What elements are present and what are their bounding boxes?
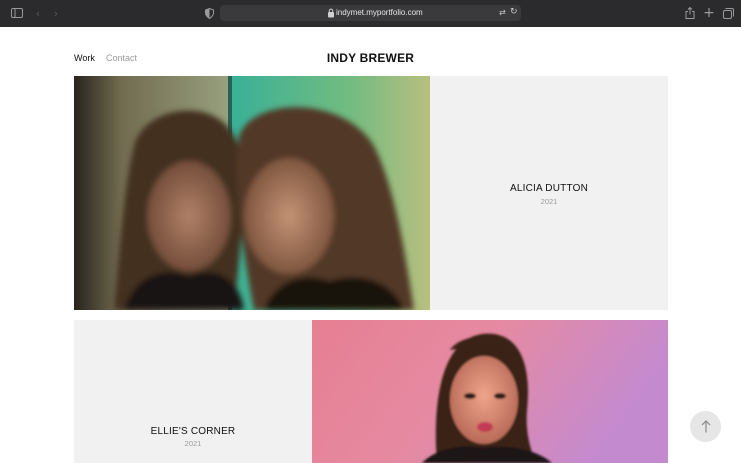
arrow-up-icon [701, 420, 710, 433]
browser-toolbar: ‹ › indymet.myportfolio.com ⇄ ↻ + [0, 0, 741, 27]
new-tab-icon[interactable]: + [702, 5, 716, 21]
project-title[interactable]: ELLIE'S CORNER [74, 426, 312, 437]
lock-icon [328, 8, 334, 18]
forward-arrow-icon[interactable]: › [49, 6, 63, 20]
back-arrow-icon[interactable]: ‹ [31, 6, 45, 20]
site-title[interactable]: INDY BREWER [0, 51, 741, 65]
tab-overview-icon[interactable] [721, 6, 735, 20]
url-text: indymet.myportfolio.com [336, 8, 423, 17]
project-card[interactable]: ALICIA DUTTON 2021 [430, 76, 668, 310]
project-title[interactable]: ALICIA DUTTON [430, 183, 668, 194]
reload-icon[interactable]: ↻ [510, 6, 518, 18]
shield-icon[interactable] [202, 6, 216, 20]
project-cover-image[interactable] [74, 76, 430, 310]
address-bar[interactable]: indymet.myportfolio.com ⇄ ↻ [220, 5, 521, 21]
share-icon[interactable] [683, 6, 697, 20]
sidebar-icon[interactable] [10, 6, 24, 20]
project-cover-image[interactable] [312, 320, 668, 463]
translate-icon[interactable]: ⇄ [499, 7, 506, 19]
scroll-to-top-button[interactable] [690, 411, 721, 442]
project-year: 2021 [184, 439, 202, 448]
project-year: 2021 [540, 197, 558, 206]
project-card[interactable]: ELLIE'S CORNER 2021 [74, 320, 312, 463]
